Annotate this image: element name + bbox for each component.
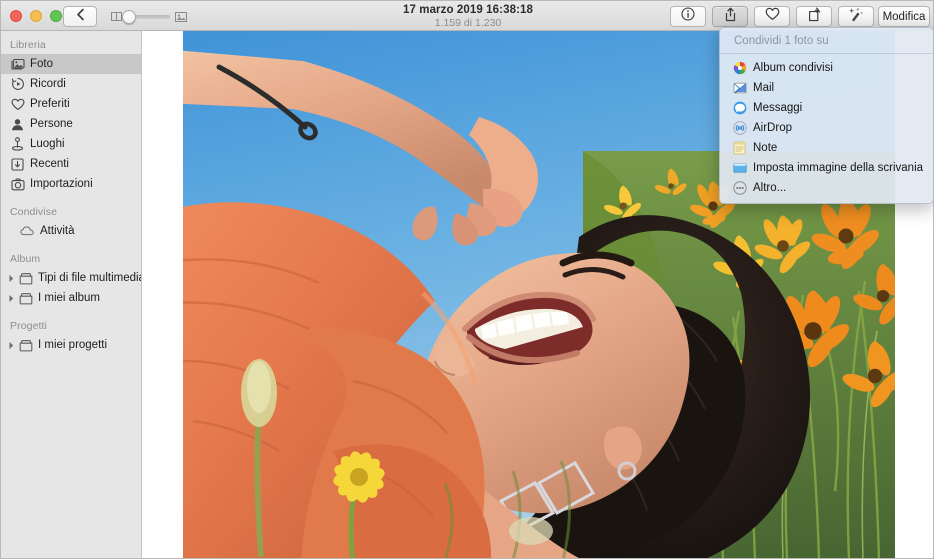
- sidebar-item-persone[interactable]: Persone: [1, 114, 141, 134]
- share-menu-item-label: Mail: [753, 82, 775, 94]
- share-menu-list: Album condivisi Mail Messaggi AirDrop No…: [720, 54, 933, 198]
- sidebar: Libreria Foto Ricordi Preferiti Persone …: [1, 31, 142, 558]
- back-button[interactable]: [63, 6, 97, 27]
- edit-button[interactable]: Modifica: [878, 6, 930, 27]
- share-menu-item-label: Note: [753, 142, 778, 154]
- notes-icon: [732, 141, 747, 156]
- share-button[interactable]: [712, 6, 748, 27]
- folder-icon: [18, 338, 33, 353]
- share-menu-item-label: Imposta immagine della scrivania: [753, 162, 924, 174]
- close-button[interactable]: [10, 10, 22, 22]
- share-menu-item-label: Messaggi: [753, 102, 803, 114]
- sidebar-item-label: I miei album: [38, 292, 100, 304]
- sidebar-item-label: Attività: [40, 225, 75, 237]
- enhance-button[interactable]: [838, 6, 874, 27]
- maximize-button[interactable]: [50, 10, 62, 22]
- share-menu-item-label: Altro...: [753, 182, 787, 194]
- single-photo-icon: [175, 11, 187, 22]
- desktop-picture-icon: [732, 161, 747, 176]
- sidebar-section-progetti-title: Progetti: [10, 320, 47, 332]
- imports-camera-icon: [10, 177, 25, 192]
- heart-icon: [765, 7, 780, 26]
- person-icon: [10, 117, 25, 132]
- share-menu-item-mail[interactable]: Mail: [720, 78, 933, 98]
- minimize-button[interactable]: [30, 10, 42, 22]
- sidebar-item-label: Preferiti: [30, 98, 70, 110]
- sidebar-item-luoghi[interactable]: Luoghi: [1, 134, 141, 154]
- sidebar-item-foto[interactable]: Foto: [1, 54, 141, 74]
- folder-icon: [18, 271, 33, 286]
- mail-icon: [732, 81, 747, 96]
- share-menu-item-label: AirDrop: [753, 122, 792, 134]
- share-menu-item-airdrop[interactable]: AirDrop: [720, 118, 933, 138]
- photos-window: 17 marzo 2019 16:38:18 1.159 di 1.230 Mo…: [0, 0, 934, 559]
- sidebar-item-label: Luoghi: [30, 138, 65, 150]
- photos-icon: [10, 57, 25, 72]
- recents-import-icon: [10, 157, 25, 172]
- rotate-icon: [807, 7, 822, 27]
- chevron-right-icon[interactable]: [7, 341, 16, 350]
- cloud-icon: [20, 224, 35, 239]
- zoom-slider-knob[interactable]: [121, 9, 136, 24]
- share-icon: [724, 7, 737, 27]
- rotate-button[interactable]: [796, 6, 832, 27]
- airdrop-icon: [732, 121, 747, 136]
- chevron-left-icon: [75, 8, 86, 26]
- sidebar-item-i-miei-album[interactable]: I miei album: [1, 288, 141, 308]
- share-menu-item-label: Album condivisi: [753, 62, 833, 74]
- sidebar-item-label: Importazioni: [30, 178, 93, 190]
- share-menu-item-album-condivisi[interactable]: Album condivisi: [720, 58, 933, 78]
- sidebar-item-preferiti[interactable]: Preferiti: [1, 94, 141, 114]
- shared-albums-icon: [732, 61, 747, 76]
- places-pin-icon: [10, 137, 25, 152]
- sidebar-item-i-miei-progetti[interactable]: I miei progetti: [1, 335, 141, 355]
- memories-icon: [10, 77, 25, 92]
- sidebar-section-album-title: Album: [10, 253, 41, 265]
- sidebar-item-ricordi[interactable]: Ricordi: [1, 74, 141, 94]
- favorite-button[interactable]: [754, 6, 790, 27]
- chevron-right-icon[interactable]: [7, 274, 16, 283]
- sidebar-item-attivita[interactable]: Attività: [1, 221, 141, 241]
- chevron-right-icon[interactable]: [7, 294, 16, 303]
- zoom-slider-track[interactable]: [121, 9, 170, 24]
- sidebar-item-label: I miei progetti: [38, 339, 108, 351]
- info-button[interactable]: [670, 6, 706, 27]
- traffic-lights: [10, 10, 62, 22]
- sidebar-item-label: Recenti: [30, 158, 69, 170]
- messages-icon: [732, 101, 747, 116]
- sidebar-item-importazioni[interactable]: Importazioni: [1, 174, 141, 194]
- more-ellipsis-icon: [732, 181, 747, 196]
- sidebar-item-label: Ricordi: [30, 78, 66, 90]
- share-menu-item-imposta-immagine-scrivania[interactable]: Imposta immagine della scrivania: [720, 158, 933, 178]
- info-circle-icon: [681, 7, 695, 26]
- share-menu-item-note[interactable]: Note: [720, 138, 933, 158]
- sidebar-section-condivise-title: Condivise: [10, 206, 58, 218]
- grid-view-icon: [111, 12, 122, 21]
- share-menu-item-altro[interactable]: Altro...: [720, 178, 933, 198]
- sidebar-item-label: Tipi di file multimediali: [38, 272, 141, 284]
- zoom-slider[interactable]: [111, 6, 187, 27]
- share-menu: Condividi 1 foto su Album condivisi Mail…: [719, 27, 933, 204]
- sidebar-item-recenti[interactable]: Recenti: [1, 154, 141, 174]
- sidebar-item-label: Persone: [30, 118, 73, 130]
- folder-icon: [18, 291, 33, 306]
- share-menu-item-messaggi[interactable]: Messaggi: [720, 98, 933, 118]
- sidebar-item-tipi-di-file-multimediali[interactable]: Tipi di file multimediali: [1, 268, 141, 288]
- share-menu-header: Condividi 1 foto su: [720, 28, 933, 54]
- heart-icon: [10, 97, 25, 112]
- sidebar-item-label: Foto: [30, 58, 54, 70]
- magic-wand-icon: [848, 6, 864, 27]
- sidebar-section-libreria-title: Libreria: [10, 39, 46, 51]
